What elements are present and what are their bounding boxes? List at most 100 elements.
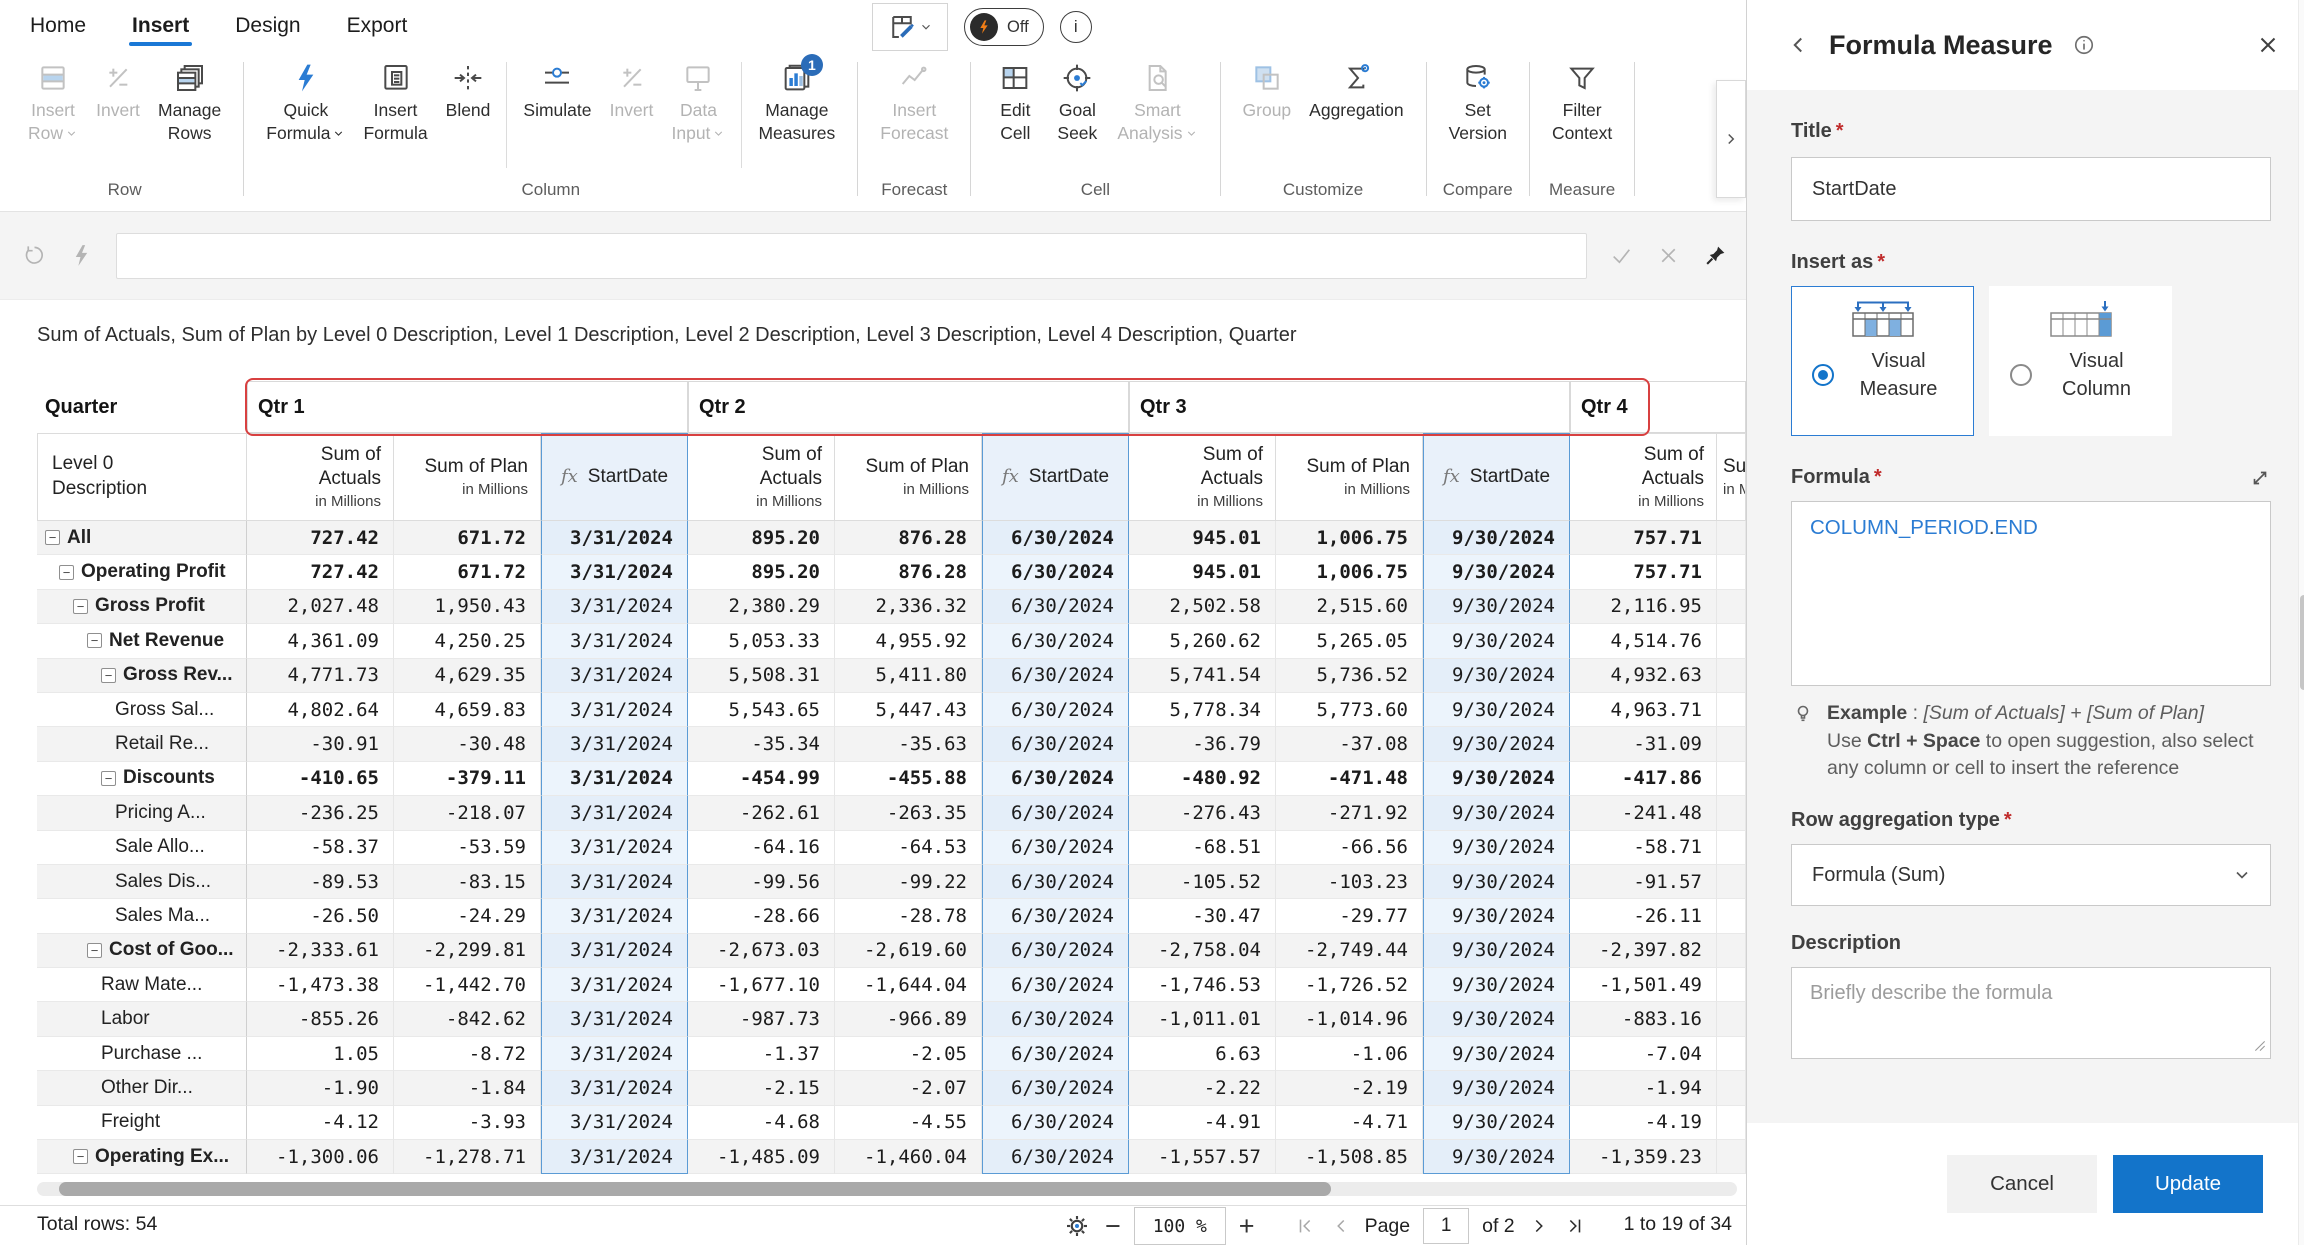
data-cell[interactable]: 945.01 (1129, 555, 1276, 589)
startdate-cell[interactable]: 9/30/2024 (1423, 831, 1570, 865)
data-cell[interactable]: -2.15 (688, 1071, 835, 1105)
ribbon-button-set-version[interactable]: SetVersion (1441, 60, 1515, 147)
ribbon-button-quick-formula[interactable]: QuickFormula (258, 60, 353, 147)
data-cell[interactable]: -2,397.82 (1570, 934, 1717, 968)
startdate-cell[interactable]: 9/30/2024 (1423, 624, 1570, 658)
data-cell[interactable]: -1,557.57 (1129, 1140, 1276, 1174)
startdate-cell[interactable]: 9/30/2024 (1423, 555, 1570, 589)
data-cell[interactable]: -842.62 (394, 1002, 541, 1036)
tab-home[interactable]: Home (30, 14, 86, 38)
data-cell[interactable]: -1,460.04 (835, 1140, 982, 1174)
data-cell[interactable]: -1.37 (688, 1037, 835, 1071)
startdate-cell[interactable]: 9/30/2024 (1423, 968, 1570, 1002)
actuals-header[interactable]: Sum ofActualsin Millions (1129, 433, 1276, 521)
data-cell[interactable]: 5,778.34 (1129, 693, 1276, 727)
ribbon-button-data-input[interactable]: DataInput (664, 60, 734, 147)
data-cell[interactable]: 5,543.65 (688, 693, 835, 727)
panel-scrollbar[interactable] (2298, 0, 2304, 1245)
startdate-cell[interactable]: 9/30/2024 (1423, 934, 1570, 968)
data-cell[interactable]: 1.05 (247, 1037, 394, 1071)
data-cell[interactable]: 2,336.32 (835, 590, 982, 624)
collapse-icon[interactable]: − (59, 565, 74, 580)
data-cell[interactable]: -30.91 (247, 727, 394, 761)
startdate-cell[interactable]: 9/30/2024 (1423, 693, 1570, 727)
startdate-cell[interactable]: 6/30/2024 (982, 521, 1129, 555)
data-cell[interactable]: -66.56 (1276, 831, 1423, 865)
data-cell[interactable]: 895.20 (688, 521, 835, 555)
data-cell[interactable]: -4.12 (247, 1106, 394, 1140)
data-cell[interactable]: -2,758.04 (1129, 934, 1276, 968)
data-cell[interactable]: 757.71 (1570, 521, 1717, 555)
data-cell[interactable]: -236.25 (247, 796, 394, 830)
row-label[interactable]: Raw Mate... (37, 968, 247, 1002)
ribbon-button-insert-row[interactable]: InsertRow (20, 60, 86, 147)
data-cell[interactable]: -1,014.96 (1276, 1002, 1423, 1036)
close-icon[interactable] (2255, 32, 2281, 58)
data-cell[interactable]: -99.22 (835, 865, 982, 899)
data-cell[interactable]: -4.91 (1129, 1106, 1276, 1140)
startdate-cell[interactable]: 9/30/2024 (1423, 1037, 1570, 1071)
data-cell[interactable]: 671.72 (394, 555, 541, 589)
data-cell[interactable]: 876.28 (835, 555, 982, 589)
data-cell[interactable]: -1.90 (247, 1071, 394, 1105)
data-cell[interactable]: 1,006.75 (1276, 555, 1423, 589)
data-cell[interactable]: 727.42 (247, 521, 394, 555)
actuals-header[interactable]: Sum ofActualsin Millions (247, 433, 394, 521)
data-cell[interactable]: -1,473.38 (247, 968, 394, 1002)
startdate-cell[interactable]: 9/30/2024 (1423, 1002, 1570, 1036)
data-cell[interactable]: -1.94 (1570, 1071, 1717, 1105)
scrollbar-thumb[interactable] (59, 1182, 1331, 1196)
startdate-cell[interactable]: 6/30/2024 (982, 693, 1129, 727)
data-cell[interactable]: -53.59 (394, 831, 541, 865)
data-cell[interactable]: 945.01 (1129, 521, 1276, 555)
visual-measure-option[interactable]: Visual Measure (1791, 286, 1974, 436)
edit-mode-button[interactable] (872, 3, 948, 51)
data-cell[interactable]: -1,726.52 (1276, 968, 1423, 1002)
cancel-button[interactable]: Cancel (1947, 1155, 2097, 1213)
data-cell[interactable]: 4,629.35 (394, 659, 541, 693)
plan-header[interactable]: Sum of Planin Millions (835, 433, 982, 521)
data-cell[interactable]: -26.50 (247, 899, 394, 933)
data-cell[interactable]: -1,300.06 (247, 1140, 394, 1174)
startdate-cell[interactable]: 3/31/2024 (541, 1037, 688, 1071)
plan-header-clipped[interactable]: Sum of Planin Millions (1717, 433, 1746, 521)
startdate-cell[interactable]: 3/31/2024 (541, 624, 688, 658)
data-cell[interactable]: 6.63 (1129, 1037, 1276, 1071)
data-cell[interactable]: -31.09 (1570, 727, 1717, 761)
row-label[interactable]: −Discounts (37, 762, 247, 796)
startdate-cell[interactable]: 3/31/2024 (541, 521, 688, 555)
horizontal-scrollbar[interactable] (37, 1182, 1737, 1196)
data-cell[interactable]: -271.92 (1276, 796, 1423, 830)
startdate-cell[interactable]: 3/31/2024 (541, 831, 688, 865)
data-cell[interactable]: -987.73 (688, 1002, 835, 1036)
data-cell[interactable]: -4.55 (835, 1106, 982, 1140)
row-label[interactable]: −Net Revenue (37, 624, 247, 658)
startdate-cell[interactable]: 6/30/2024 (982, 659, 1129, 693)
data-cell[interactable]: 5,736.52 (1276, 659, 1423, 693)
zoom-in-button[interactable]: + (1239, 1213, 1255, 1240)
plan-header[interactable]: Sum of Planin Millions (1276, 433, 1423, 521)
startdate-cell[interactable]: 6/30/2024 (982, 865, 1129, 899)
data-cell[interactable]: 2,502.58 (1129, 590, 1276, 624)
data-cell[interactable]: 5,260.62 (1129, 624, 1276, 658)
row-label[interactable]: Purchase ... (37, 1037, 247, 1071)
startdate-header[interactable]: fxStartDate (982, 433, 1129, 521)
data-cell[interactable]: -1.84 (394, 1071, 541, 1105)
data-cell[interactable]: -4.19 (1570, 1106, 1717, 1140)
data-cell[interactable]: -28.78 (835, 899, 982, 933)
data-cell[interactable]: -89.53 (247, 865, 394, 899)
startdate-cell[interactable]: 9/30/2024 (1423, 865, 1570, 899)
data-cell[interactable]: -480.92 (1129, 762, 1276, 796)
data-cell[interactable]: 2,380.29 (688, 590, 835, 624)
tab-insert[interactable]: Insert (132, 14, 189, 38)
data-cell[interactable]: 2,116.95 (1570, 590, 1717, 624)
data-cell[interactable]: -28.66 (688, 899, 835, 933)
data-cell[interactable]: -1,359.23 (1570, 1140, 1717, 1174)
startdate-cell[interactable]: 9/30/2024 (1423, 899, 1570, 933)
startdate-cell[interactable]: 3/31/2024 (541, 899, 688, 933)
row-label[interactable]: Sales Ma... (37, 899, 247, 933)
startdate-cell[interactable]: 3/31/2024 (541, 693, 688, 727)
data-cell[interactable]: -103.23 (1276, 865, 1423, 899)
data-cell[interactable]: -410.65 (247, 762, 394, 796)
data-cell[interactable]: 671.72 (394, 521, 541, 555)
